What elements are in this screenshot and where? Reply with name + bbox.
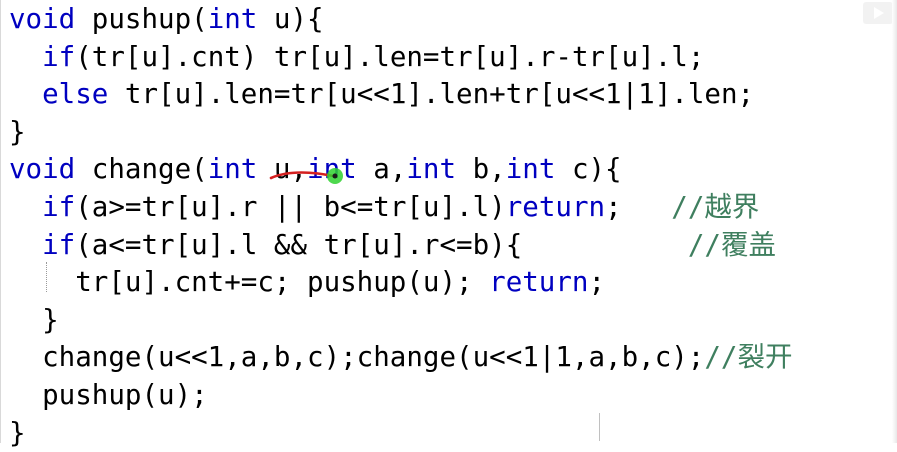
code-token: } xyxy=(9,303,59,336)
keyword-token: if xyxy=(42,190,76,223)
play-icon[interactable] xyxy=(863,2,893,24)
keyword-token: if xyxy=(42,228,76,261)
code-line[interactable]: change(u<<1,a,b,c);change(u<<1|1,a,b,c);… xyxy=(9,339,793,377)
code-token: tr[u].len=tr[u<<1].len+tr[u<<1|1].len; xyxy=(108,78,755,111)
code-area[interactable]: void pushup(int u){ if(tr[u].cnt) tr[u].… xyxy=(9,1,793,452)
code-line[interactable]: void change(int u,int a,int b,int c){ xyxy=(9,151,793,189)
keyword-token: return xyxy=(489,266,589,299)
pen-stroke-line xyxy=(269,171,335,180)
code-line[interactable]: void pushup(int u){ xyxy=(9,1,793,39)
code-line[interactable]: } xyxy=(9,302,793,340)
comment-token: //覆盖 xyxy=(687,228,776,261)
comment-token: //裂开 xyxy=(704,341,793,374)
code-token: pushup( xyxy=(75,3,208,35)
code-token: pushup(u); xyxy=(9,378,208,411)
code-line[interactable]: if(a<=tr[u].l && tr[u].r<=b){ //覆盖 xyxy=(9,227,793,265)
code-token: change( xyxy=(75,153,208,186)
keyword-token: int xyxy=(207,3,258,35)
keyword-token: else xyxy=(42,78,109,111)
indent-guide xyxy=(46,262,47,292)
code-token: (a>=tr[u].r || b<=tr[u].l) xyxy=(75,190,506,223)
keyword-token: void xyxy=(9,153,76,186)
code-line[interactable]: if(a>=tr[u].r || b<=tr[u].l)return; //越界 xyxy=(9,189,793,227)
pointer-dot-center xyxy=(332,173,338,179)
code-line[interactable]: pushup(u); xyxy=(9,377,793,415)
pen-annotation xyxy=(269,168,343,184)
code-token: ; xyxy=(588,266,606,299)
code-line[interactable]: tr[u].cnt+=c; pushup(u); return; xyxy=(9,264,793,302)
code-editor[interactable]: void pushup(int u){ if(tr[u].cnt) tr[u].… xyxy=(0,0,897,449)
code-token: a, xyxy=(356,153,407,186)
code-line[interactable]: else tr[u].len=tr[u<<1].len+tr[u<<1|1].l… xyxy=(9,76,793,114)
code-token: u){ xyxy=(257,3,324,35)
scrollbar-edge[interactable] xyxy=(892,0,897,443)
code-line[interactable]: if(tr[u].cnt) tr[u].len=tr[u].r-tr[u].l; xyxy=(9,39,793,77)
code-token: ; xyxy=(605,190,672,223)
code-token: tr[u].cnt+=c; pushup(u); xyxy=(9,266,490,299)
video-overlay xyxy=(757,0,897,28)
code-token: (tr[u].cnt) tr[u].len=tr[u].r-tr[u].l; xyxy=(75,40,705,73)
keyword-token: void xyxy=(9,3,76,35)
keyword-token: return xyxy=(505,190,606,223)
code-line[interactable]: } xyxy=(9,114,793,152)
code-token: c){ xyxy=(555,153,622,186)
code-token: (a<=tr[u].l && tr[u].r<=b){ xyxy=(75,228,688,261)
code-token: } xyxy=(9,115,26,148)
code-token: b, xyxy=(456,153,506,186)
keyword-token: int xyxy=(505,153,556,186)
comment-token: //越界 xyxy=(671,190,760,223)
keyword-token: int xyxy=(207,153,258,186)
keyword-token: int xyxy=(406,153,457,186)
text-caret xyxy=(599,413,600,441)
keyword-token: if xyxy=(42,40,76,73)
code-token: } xyxy=(9,416,26,449)
code-line[interactable]: } xyxy=(9,415,793,452)
code-token: change(u<<1,a,b,c);change(u<<1|1,a,b,c); xyxy=(9,341,705,374)
